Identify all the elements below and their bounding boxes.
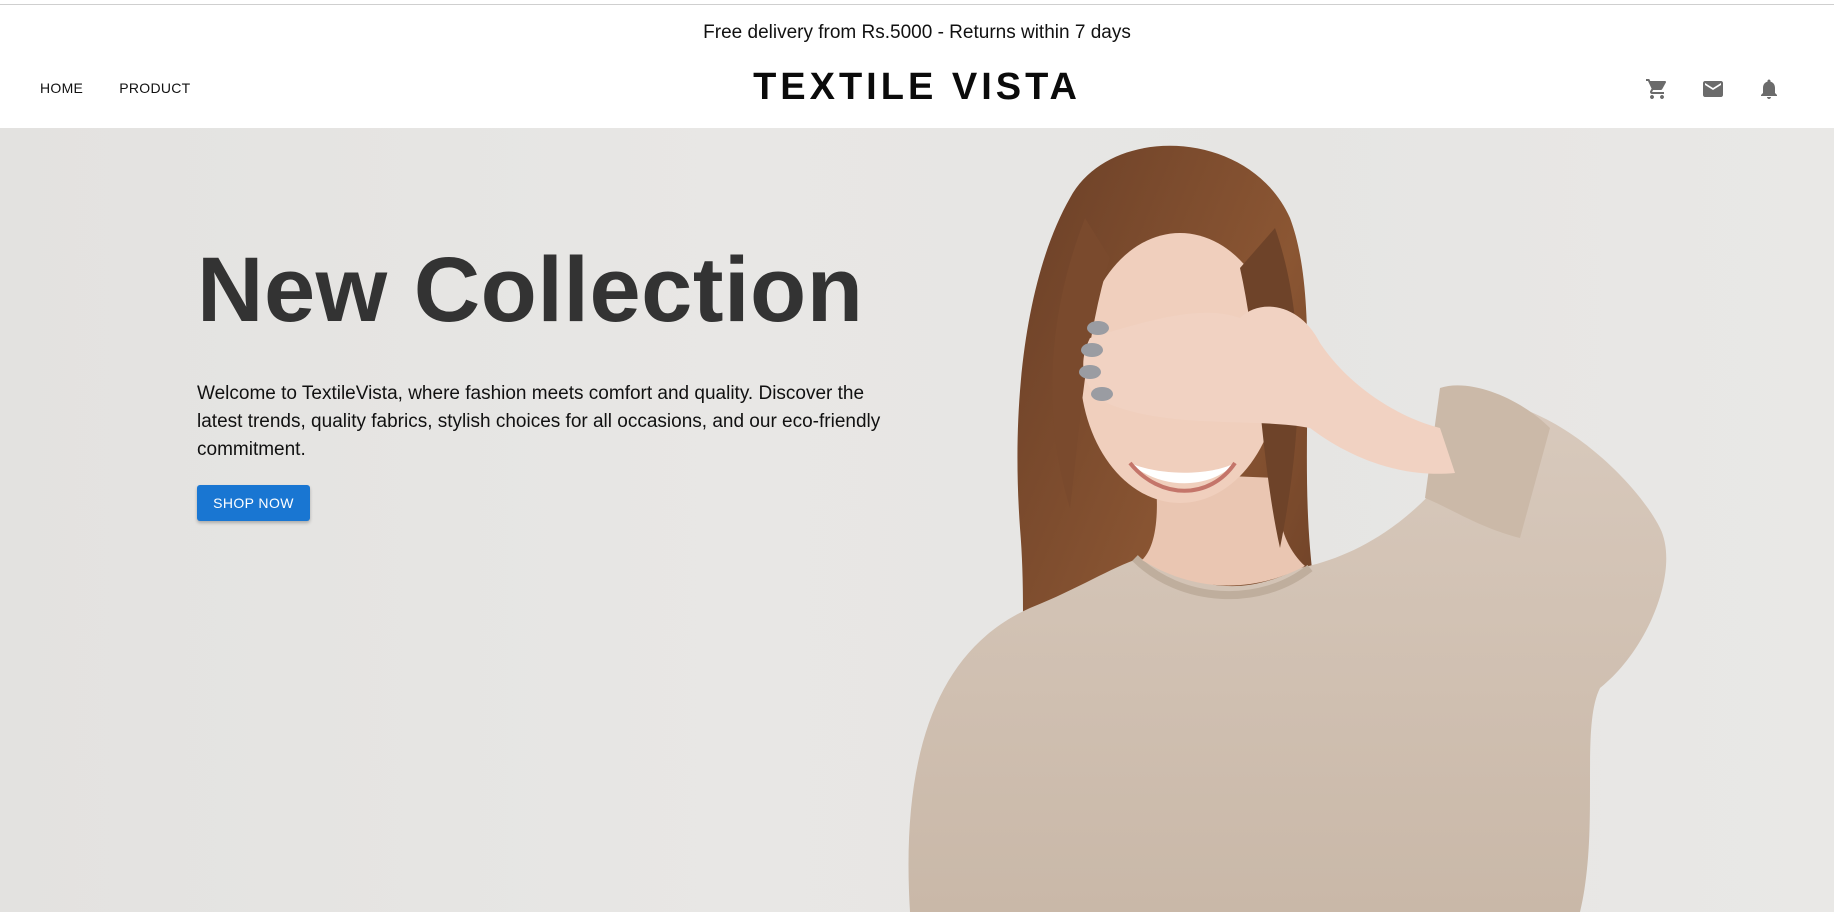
hero-banner: New Collection Welcome to TextileVista, …	[0, 128, 1834, 912]
hero-model-image	[908, 145, 1667, 912]
nav-home-link[interactable]: HOME	[40, 80, 83, 96]
brand-logo[interactable]: TEXTILE VISTA	[0, 66, 1834, 109]
announcement-bar: Free delivery from Rs.5000 - Returns wit…	[703, 22, 1131, 43]
cart-icon[interactable]	[1644, 76, 1670, 102]
main-nav: HOME PRODUCT	[40, 80, 191, 96]
hero-description: Welcome to TextileVista, where fashion m…	[197, 383, 881, 460]
bell-icon[interactable]	[1756, 76, 1782, 102]
top-divider	[0, 4, 1834, 5]
nav-product-link[interactable]: PRODUCT	[119, 80, 190, 96]
mail-icon[interactable]	[1700, 76, 1726, 102]
header-actions	[1644, 76, 1782, 102]
hero-title: New Collection	[197, 239, 864, 341]
shop-now-button[interactable]: SHOP NOW	[197, 485, 310, 521]
